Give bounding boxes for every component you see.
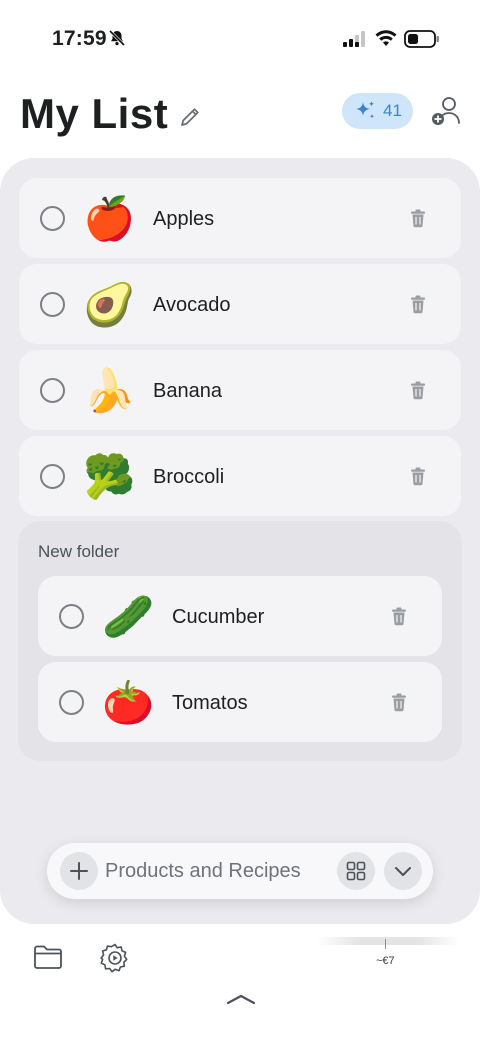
item-image: 🥒 bbox=[102, 593, 155, 640]
item-image: 🍎 bbox=[83, 195, 136, 242]
price-marker bbox=[385, 939, 386, 949]
list-item[interactable]: 🥑 Avocado bbox=[19, 264, 461, 344]
price-estimate: ~€7 bbox=[376, 955, 395, 967]
add-products-bar[interactable]: Products and Recipes bbox=[47, 843, 433, 899]
item-name: Broccoli bbox=[153, 466, 225, 488]
sparkle-icon bbox=[356, 101, 375, 119]
categories-button[interactable] bbox=[337, 852, 375, 890]
item-checkbox[interactable] bbox=[59, 604, 84, 629]
trash-icon[interactable] bbox=[409, 294, 427, 314]
chevron-up-icon[interactable] bbox=[226, 992, 256, 1006]
trash-icon[interactable] bbox=[409, 208, 427, 228]
bell-muted-icon bbox=[108, 29, 126, 47]
settings-icon[interactable] bbox=[99, 942, 131, 974]
search-input[interactable]: Products and Recipes bbox=[105, 860, 301, 883]
plus-icon bbox=[70, 862, 88, 880]
folder-group[interactable]: New folder 🥒 Cucumber 🍅 Tomatos bbox=[18, 521, 462, 761]
item-checkbox[interactable] bbox=[40, 206, 65, 231]
item-image: 🍅 bbox=[102, 679, 155, 726]
signal-icon bbox=[343, 31, 365, 47]
trash-icon[interactable] bbox=[409, 380, 427, 400]
item-image: 🥑 bbox=[83, 281, 136, 328]
trash-icon[interactable] bbox=[390, 692, 408, 712]
list-item[interactable]: 🥦 Broccoli bbox=[19, 436, 461, 516]
item-image: 🥦 bbox=[83, 453, 136, 500]
list-item[interactable]: 🍌 Banana bbox=[19, 350, 461, 430]
item-checkbox[interactable] bbox=[40, 378, 65, 403]
add-user-icon[interactable] bbox=[430, 95, 464, 127]
folder-title[interactable]: New folder bbox=[38, 542, 119, 562]
list-item[interactable]: 🍎 Apples bbox=[19, 178, 461, 258]
item-checkbox[interactable] bbox=[59, 690, 84, 715]
list-item[interactable]: 🍅 Tomatos bbox=[38, 662, 442, 742]
item-name: Avocado bbox=[153, 294, 231, 316]
battery-icon bbox=[404, 30, 439, 48]
wifi-icon bbox=[375, 30, 397, 46]
status-bar: 17:59 bbox=[0, 0, 480, 70]
grid-icon bbox=[346, 861, 366, 881]
folder-icon[interactable] bbox=[33, 944, 63, 970]
edit-pencil-icon[interactable] bbox=[178, 105, 202, 129]
item-name: Banana bbox=[153, 380, 222, 402]
ai-credits-button[interactable]: 41 bbox=[342, 93, 413, 129]
status-time: 17:59 bbox=[52, 27, 107, 50]
item-checkbox[interactable] bbox=[40, 464, 65, 489]
price-slider-track bbox=[318, 937, 460, 945]
chevron-down-icon bbox=[395, 867, 411, 876]
item-image: 🍌 bbox=[83, 367, 136, 414]
list-item[interactable]: 🥒 Cucumber bbox=[38, 576, 442, 656]
trash-icon[interactable] bbox=[409, 466, 427, 486]
item-name: Cucumber bbox=[172, 606, 265, 628]
trash-icon[interactable] bbox=[390, 606, 408, 626]
item-checkbox[interactable] bbox=[40, 292, 65, 317]
item-name: Tomatos bbox=[172, 692, 248, 714]
ai-credits-count: 41 bbox=[383, 101, 402, 120]
page-title: My List bbox=[20, 90, 169, 137]
collapse-button[interactable] bbox=[384, 852, 422, 890]
add-button[interactable] bbox=[60, 852, 98, 890]
item-name: Apples bbox=[153, 208, 215, 230]
